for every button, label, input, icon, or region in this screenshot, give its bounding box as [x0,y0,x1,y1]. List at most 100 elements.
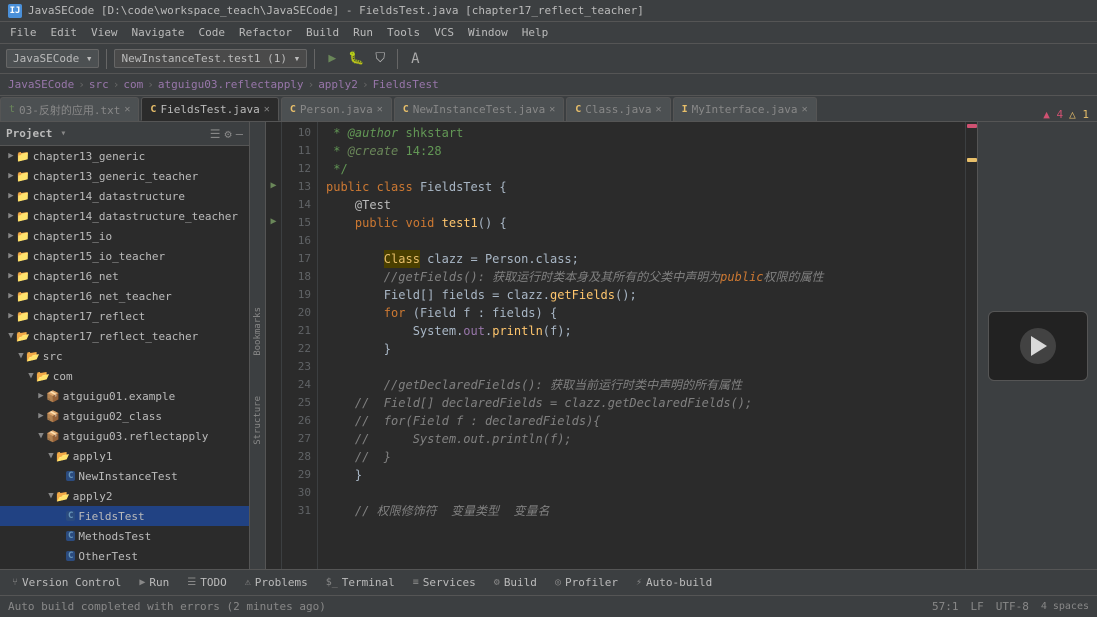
tab-fieldstest[interactable]: C FieldsTest.java ✕ [141,97,278,121]
translate-icon[interactable]: A [405,49,425,69]
tree-chapter16net-teacher[interactable]: ▶ 📁 chapter16_net_teacher [0,286,249,306]
menu-code[interactable]: Code [192,24,231,41]
javadoc-tag: @author [348,124,399,142]
menu-window[interactable]: Window [462,24,514,41]
menu-refactor[interactable]: Refactor [233,24,298,41]
tree-src[interactable]: ▼ 📂 src [0,346,249,366]
tree-com[interactable]: ▼ 📂 com [0,366,249,386]
btn-terminal[interactable]: $_ Terminal [318,574,403,591]
btn-profiler[interactable]: ◎ Profiler [547,574,626,591]
folder-icon: 📁 [16,210,30,223]
bc-src[interactable]: src [89,78,109,91]
menu-edit[interactable]: Edit [45,24,84,41]
tree-methodstest[interactable]: C MethodsTest [0,526,249,546]
btn-auto-build[interactable]: ⚡ Auto-build [628,574,720,591]
bookmarks-strip-label[interactable]: Bookmarks [253,307,263,356]
tree-othertest[interactable]: C OtherTest [0,546,249,566]
btn-run[interactable]: ▶ Run [131,574,177,591]
scrollbar-panel[interactable] [965,122,977,569]
run-arrow-15[interactable]: ▶ [270,216,276,227]
tree-apply1[interactable]: ▼ 📂 apply1 [0,446,249,466]
tab-myinterface[interactable]: I MyInterface.java ✕ [673,97,817,121]
warning-count: △ 1 [1069,108,1089,121]
tab-close-newinstance[interactable]: ✕ [549,104,555,115]
tree-arrow: ▶ [6,211,16,221]
menu-build[interactable]: Build [300,24,345,41]
panel-settings-icon[interactable]: ⚙ [225,127,232,141]
panel-dropdown[interactable]: ▾ [60,128,66,139]
tree-chapter17reflect[interactable]: ▶ 📁 chapter17_reflect [0,306,249,326]
tree-atguigu02[interactable]: ▶ 📦 atguigu02_class [0,406,249,426]
code-line-23 [326,358,957,376]
structure-strip-label[interactable]: Structure [253,396,263,445]
src-icon: 📂 [26,350,40,363]
debug-btn[interactable]: 🐛 [346,49,366,69]
menu-file[interactable]: File [4,24,43,41]
code-line-19: Field[] fields = clazz.getFields(); [326,286,957,304]
menu-navigate[interactable]: Navigate [126,24,191,41]
btn-services[interactable]: ≡ Services [405,574,484,591]
ln-27: 27 [282,430,311,448]
auto-build-label: Auto-build [646,576,712,589]
tree-chapter13generic-teacher[interactable]: ▶ 📁 chapter13_generic_teacher [0,166,249,186]
menu-help[interactable]: Help [516,24,555,41]
bc-reflectapply[interactable]: atguigu03.reflectapply [158,78,304,91]
tree-arrow: ▶ [36,391,46,401]
tree-fieldstest[interactable]: C FieldsTest [0,506,249,526]
tab-close-fieldstest[interactable]: ✕ [264,104,270,115]
package-icon: 📦 [46,390,60,403]
code-content[interactable]: * @author shkstart * @create 14:28 */ pu… [318,122,965,569]
tree-newinstancetest[interactable]: C NewInstanceTest [0,466,249,486]
status-indent: 4 spaces [1041,601,1089,612]
bc-javasecode[interactable]: JavaSECode [8,78,74,91]
tree-chapter15io[interactable]: ▶ 📁 chapter15_io [0,226,249,246]
bc-fieldstest[interactable]: FieldsTest [373,78,439,91]
tab-close-person[interactable]: ✕ [377,104,383,115]
project-selector[interactable]: JavaSECode ▾ [6,49,99,68]
tab-newinstance[interactable]: C NewInstanceTest.java ✕ [394,97,565,121]
menu-run[interactable]: Run [347,24,379,41]
tree-label: apply1 [73,450,113,463]
menu-view[interactable]: View [85,24,124,41]
tree-label: FieldsTest [78,510,144,523]
coverage-btn[interactable]: ⛉ [370,49,390,69]
tab-close-myinterface[interactable]: ✕ [802,104,808,115]
btn-problems[interactable]: ⚠ Problems [237,574,316,591]
btn-todo[interactable]: ☰ TODO [179,574,234,591]
tree-atguigu03[interactable]: ▼ 📦 atguigu03.reflectapply [0,426,249,446]
tab-03txt[interactable]: t 03-反射的应用.txt ✕ [0,97,139,121]
code-line-18: //getFields(): 获取运行时类本身及其所有的父类中声明为public… [326,268,957,286]
tree-atguigu01[interactable]: ▶ 📦 atguigu01.example [0,386,249,406]
video-thumbnail[interactable] [988,311,1088,381]
bc-apply2[interactable]: apply2 [318,78,358,91]
bc-com[interactable]: com [123,78,143,91]
tree-chapter14ds-teacher[interactable]: ▶ 📁 chapter14_datastructure_teacher [0,206,249,226]
tree-chapter13generic[interactable]: ▶ 📁 chapter13_generic [0,146,249,166]
run-btn[interactable]: ▶ [322,49,342,69]
run-config[interactable]: NewInstanceTest.test1 (1) ▾ [114,49,307,68]
tab-class[interactable]: C Class.java ✕ [566,97,670,121]
btn-build[interactable]: ⚙ Build [486,574,545,591]
panel-collapse-icon[interactable]: ☰ [210,127,221,141]
run-label: Run [149,576,169,589]
panel-close-icon[interactable]: — [236,127,243,141]
vc-icon: ⑂ [12,577,18,588]
btn-version-control[interactable]: ⑂ Version Control [4,574,129,591]
title-text: JavaSECode [D:\code\workspace_teach\Java… [28,4,644,17]
video-play-button[interactable] [1020,328,1056,364]
tree-arrow: ▶ [6,271,16,281]
tab-person[interactable]: C Person.java ✕ [281,97,392,121]
tab-close-03txt[interactable]: ✕ [124,104,130,115]
kw-class: class [377,178,413,196]
tree-chapter15io-teacher[interactable]: ▶ 📁 chapter15_io_teacher [0,246,249,266]
menu-vcs[interactable]: VCS [428,24,460,41]
tree-apply2[interactable]: ▼ 📂 apply2 [0,486,249,506]
terminal-label: Terminal [342,576,395,589]
services-label: Services [423,576,476,589]
tree-chapter16net[interactable]: ▶ 📁 chapter16_net [0,266,249,286]
menu-tools[interactable]: Tools [381,24,426,41]
tree-chapter17reflect-teacher[interactable]: ▼ 📂 chapter17_reflect_teacher [0,326,249,346]
tab-close-class[interactable]: ✕ [656,104,662,115]
tree-chapter14ds[interactable]: ▶ 📁 chapter14_datastructure [0,186,249,206]
run-arrow-13[interactable]: ▶ [270,180,276,191]
